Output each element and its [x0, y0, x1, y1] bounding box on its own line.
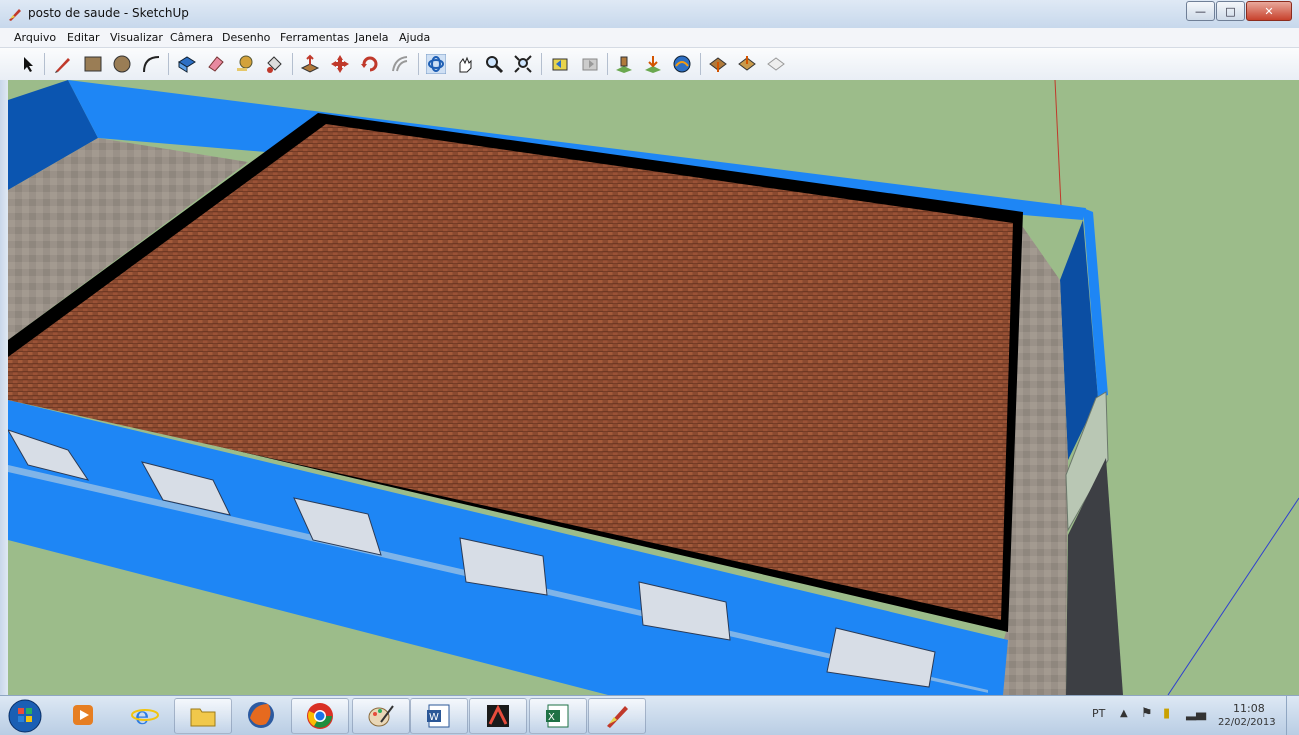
previous-view-icon[interactable] — [550, 54, 570, 74]
google-earth-icon[interactable] — [737, 54, 757, 74]
place-model-icon[interactable] — [614, 54, 634, 74]
svg-text:e: e — [135, 702, 149, 729]
firefox-icon — [248, 702, 274, 728]
firefox-task[interactable] — [240, 698, 282, 732]
get-model-icon[interactable] — [643, 54, 663, 74]
rotate-icon[interactable] — [360, 54, 380, 74]
orbit-icon[interactable] — [426, 54, 446, 74]
select-icon[interactable] — [18, 54, 38, 74]
language-indicator[interactable]: PT — [1092, 707, 1105, 720]
paint-bucket-icon[interactable] — [264, 54, 284, 74]
internet-explorer-icon: e — [131, 702, 159, 729]
windows-start-icon[interactable] — [7, 698, 43, 734]
next-view-icon[interactable] — [580, 54, 600, 74]
menu-arquivo[interactable]: Arquivo — [14, 31, 56, 44]
chrome-task[interactable] — [291, 698, 349, 734]
offset-icon[interactable] — [390, 54, 410, 74]
menu-camera[interactable]: Câmera — [170, 31, 213, 44]
svg-text:W: W — [429, 712, 439, 723]
excel-task[interactable]: X — [529, 698, 587, 734]
clock-date[interactable]: 22/02/2013 — [1218, 717, 1276, 728]
file-explorer-task[interactable] — [174, 698, 232, 734]
menu-ferramentas[interactable]: Ferramentas — [280, 31, 349, 44]
close-button[interactable]: ✕ — [1246, 1, 1292, 21]
sketchup-logo-icon — [9, 9, 21, 21]
preview-earth-icon[interactable] — [766, 54, 786, 74]
menu-visualizar[interactable]: Visualizar — [110, 31, 163, 44]
chrome-icon — [307, 703, 333, 729]
move-icon[interactable] — [330, 54, 350, 74]
get-photo-texture-icon[interactable] — [708, 54, 728, 74]
menu-desenho[interactable]: Desenho — [222, 31, 270, 44]
network-icon[interactable]: ▂▄ — [1186, 706, 1206, 721]
taskbar: e W X PT ▲ ⚑ ▮ ▂▄ 11:08 22/02/2013 — [0, 695, 1299, 735]
tape-measure-icon[interactable] — [235, 54, 255, 74]
word-icon: W — [427, 704, 450, 728]
media-player-task[interactable] — [62, 698, 104, 732]
circle-icon[interactable] — [112, 54, 132, 74]
autocad-icon — [487, 704, 509, 727]
autocad-task[interactable] — [469, 698, 527, 734]
push-pull-icon[interactable] — [300, 54, 320, 74]
viewport-left-frame — [0, 80, 8, 695]
minimize-button[interactable]: — — [1186, 1, 1215, 21]
pencil-icon[interactable] — [53, 54, 73, 74]
menu-janela[interactable]: Janela — [355, 31, 389, 44]
svg-text:X: X — [548, 712, 555, 723]
menu-editar[interactable]: Editar — [67, 31, 100, 44]
sketchup-icon — [607, 706, 628, 728]
zoom-extents-icon[interactable] — [513, 54, 533, 74]
eraser-icon[interactable] — [206, 54, 226, 74]
folder-icon — [190, 708, 216, 727]
title-bar: posto de saude - SketchUp — □ ✕ — [0, 0, 1299, 28]
media-player-icon — [73, 705, 93, 725]
menu-ajuda[interactable]: Ajuda — [399, 31, 430, 44]
paint-icon — [368, 705, 394, 727]
model-viewport[interactable] — [8, 80, 1299, 695]
sketchup-task[interactable] — [588, 698, 646, 734]
make-component-icon[interactable] — [177, 54, 197, 74]
power-icon[interactable]: ▮ — [1163, 706, 1170, 721]
menu-bar: Arquivo Editar Visualizar Câmera Desenho… — [0, 28, 1299, 48]
show-hidden-icons-icon[interactable]: ▲ — [1120, 708, 1128, 719]
maximize-button[interactable]: □ — [1216, 1, 1245, 21]
share-model-icon[interactable] — [672, 54, 692, 74]
action-center-icon[interactable]: ⚑ — [1141, 706, 1153, 721]
paint-task[interactable] — [352, 698, 410, 734]
toolbar — [0, 48, 1299, 81]
internet-explorer-task[interactable]: e — [124, 698, 166, 732]
window-title: posto de saude - SketchUp — [28, 6, 189, 20]
clock-time[interactable]: 11:08 — [1233, 702, 1265, 715]
arc-icon[interactable] — [141, 54, 161, 74]
show-desktop-button[interactable] — [1286, 696, 1299, 735]
word-task[interactable]: W — [410, 698, 468, 734]
excel-icon: X — [546, 704, 569, 728]
zoom-icon[interactable] — [484, 54, 504, 74]
rectangle-icon[interactable] — [83, 54, 103, 74]
pan-icon[interactable] — [455, 54, 475, 74]
